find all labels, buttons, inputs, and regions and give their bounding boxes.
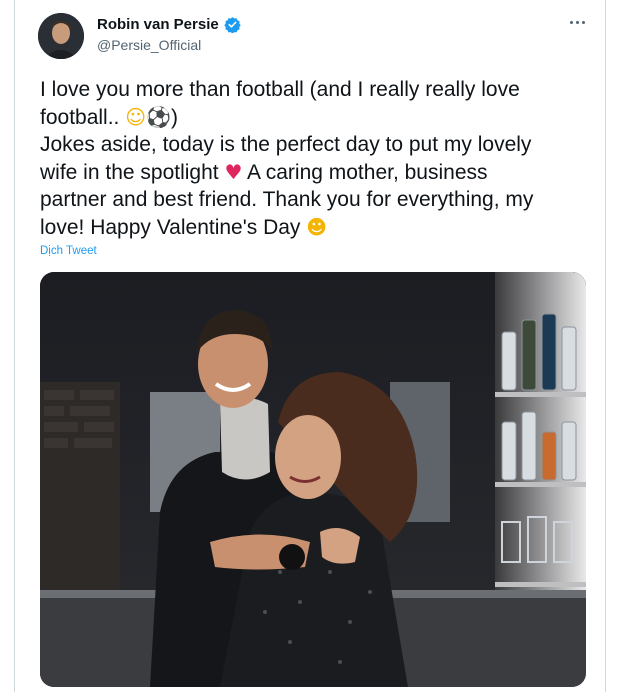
author-name-row[interactable]: Robin van Persie [97, 16, 241, 33]
translate-tweet-link[interactable]: Dịch Tweet [40, 245, 97, 257]
more-dots-icon [569, 20, 573, 24]
more-options-button[interactable] [566, 14, 588, 30]
tweet-line-tail: A caring mother, business [242, 160, 488, 184]
more-dots-icon [581, 20, 585, 24]
tweet-line: Jokes aside, today is the perfect day to… [40, 133, 532, 156]
tweet-line: wife in the spotlight [40, 160, 225, 184]
tweet-line: football.. [40, 105, 126, 129]
tweet-line-tail: ) [171, 105, 178, 129]
tweet-line: I love you more than football (and I rea… [40, 78, 520, 101]
tweet-line: love! Happy Valentine's Day [40, 215, 307, 239]
soccer-ball-emoji: ⚽ [146, 104, 171, 129]
tweet-photo[interactable] [40, 272, 586, 687]
author-handle[interactable]: @Persie_Official [97, 37, 201, 53]
tweet-text: I love you more than football (and I rea… [40, 76, 585, 241]
avatar-image [38, 13, 84, 59]
photo-icon [40, 272, 586, 687]
kiss-emoji: ☻ [306, 214, 328, 239]
verified-badge-icon [224, 17, 241, 33]
author-avatar[interactable] [38, 13, 84, 59]
more-dots-icon [575, 20, 579, 24]
tweet-line: partner and best friend. Thank you for e… [40, 188, 534, 211]
red-heart-emoji: ♥ [224, 159, 243, 184]
author-display-name[interactable]: Robin van Persie [97, 16, 219, 33]
joy-emoji: ☺ [125, 104, 147, 129]
